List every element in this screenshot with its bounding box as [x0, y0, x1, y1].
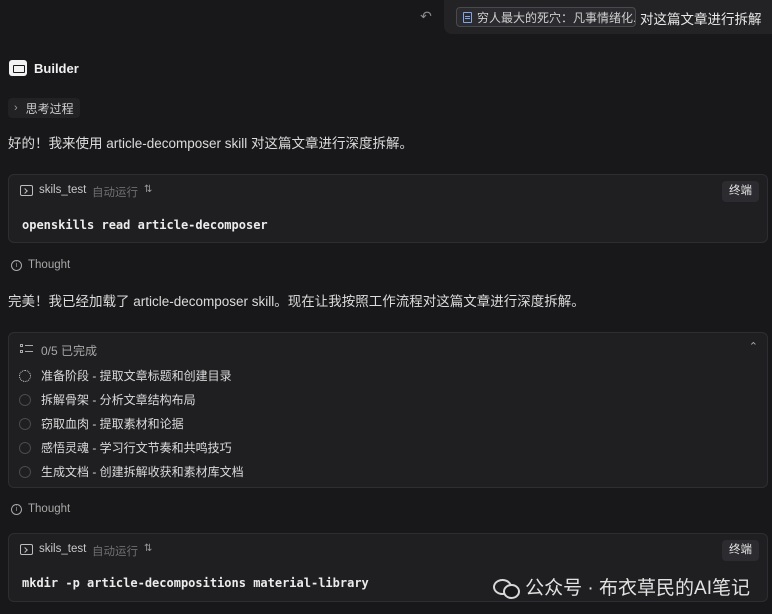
thinking-toggle[interactable]: › 思考过程: [8, 98, 80, 118]
user-message-text: 对这篇文章进行拆解: [640, 12, 762, 27]
info-icon: i: [11, 503, 22, 515]
user-message: 穷人最大的死穴：凡事情绪化... 对这篇文章进行拆解: [444, 0, 772, 34]
pending-icon: [19, 417, 31, 430]
command-project: skils_test: [39, 543, 87, 555]
terminal-button[interactable]: 终端: [722, 540, 759, 561]
thought-line[interactable]: i Thought: [11, 259, 70, 271]
terminal-button[interactable]: 终端: [722, 181, 759, 202]
run-mode-label: 自动运行: [92, 187, 138, 199]
todo-label: 准备阶段 - 提取文章标题和创建目录: [41, 369, 232, 383]
pending-icon: [19, 441, 31, 454]
wechat-icon: [493, 577, 521, 599]
terminal-icon: [20, 185, 33, 196]
terminal-icon: [20, 544, 33, 555]
pending-icon: [19, 393, 31, 406]
todo-item: 生成文档 - 创建拆解收获和素材库文档: [19, 463, 244, 480]
assistant-intro: 好的！我来使用 article-decomposer skill 对这篇文章进行…: [8, 136, 414, 151]
checklist-icon: [20, 344, 33, 354]
watermark: 公众号 · 布衣草民的AI笔记: [493, 573, 750, 600]
run-mode-select[interactable]: 自动运行 ⇅: [92, 543, 152, 559]
todo-label: 感悟灵魂 - 学习行文节奏和共鸣技巧: [41, 441, 232, 455]
attachment-chip[interactable]: 穷人最大的死穴：凡事情绪化...: [456, 7, 636, 27]
thought-line[interactable]: i Thought: [11, 503, 70, 515]
chevron-right-icon: ›: [14, 102, 18, 114]
todo-item: 窃取血肉 - 提取素材和论据: [19, 415, 184, 432]
thought-label: Thought: [28, 259, 71, 271]
assistant-name: Builder: [34, 61, 79, 76]
in-progress-icon: [19, 369, 31, 382]
updown-icon: ⇅: [144, 543, 153, 554]
todo-label: 拆解骨架 - 分析文章结构布局: [41, 393, 196, 407]
todo-label: 生成文档 - 创建拆解收获和素材库文档: [41, 465, 244, 479]
updown-icon: ⇅: [144, 184, 153, 195]
todo-list: 0/5 已完成 ⌃ 准备阶段 - 提取文章标题和创建目录 拆解骨架 - 分析文章…: [8, 332, 768, 488]
todo-progress: 0/5 已完成: [41, 344, 98, 358]
attachment-title: 穷人最大的死穴：凡事情绪化...: [477, 10, 636, 25]
command-code: mkdir -p article-decompositions material…: [22, 576, 369, 590]
todo-item: 感悟灵魂 - 学习行文节奏和共鸣技巧: [19, 439, 232, 456]
pending-icon: [19, 465, 31, 478]
command-code: openskills read article-decomposer: [22, 218, 268, 232]
file-icon: [463, 11, 472, 23]
info-icon: i: [11, 259, 22, 271]
run-mode-label: 自动运行: [92, 546, 138, 558]
collapse-icon[interactable]: ⌃: [749, 340, 758, 353]
undo-icon[interactable]: ↶: [418, 8, 434, 24]
watermark-text: 公众号 · 布衣草民的AI笔记: [525, 578, 750, 599]
thought-label: Thought: [28, 503, 71, 515]
command-block: skils_test 自动运行 ⇅ 终端 openskills read art…: [8, 174, 768, 243]
todo-label: 窃取血肉 - 提取素材和论据: [41, 417, 184, 431]
builder-icon: [9, 60, 27, 76]
command-project: skils_test: [39, 184, 87, 196]
todo-item: 拆解骨架 - 分析文章结构布局: [19, 391, 196, 408]
assistant-followup: 完美！我已经加载了 article-decomposer skill。现在让我按…: [8, 294, 585, 309]
todo-item: 准备阶段 - 提取文章标题和创建目录: [19, 367, 232, 384]
run-mode-select[interactable]: 自动运行 ⇅: [92, 184, 152, 200]
thinking-label: 思考过程: [25, 101, 74, 116]
